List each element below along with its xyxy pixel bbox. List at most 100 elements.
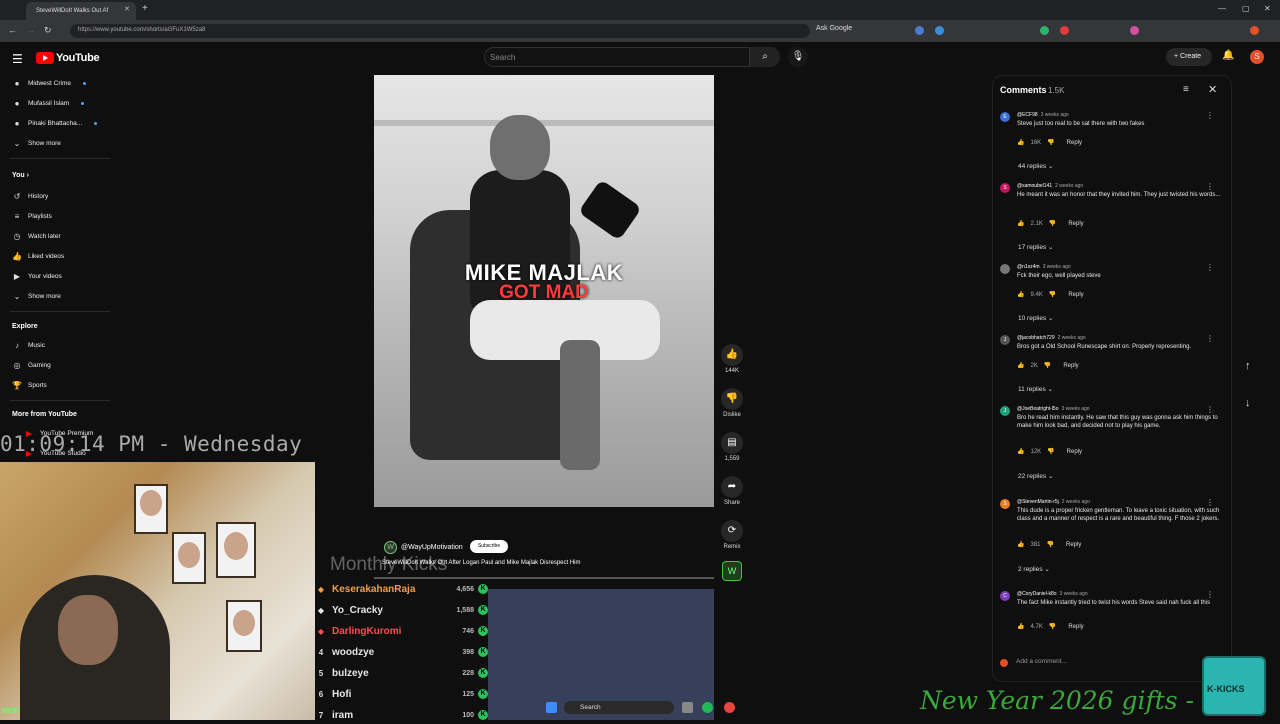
maximize-icon[interactable]: ▢: [1242, 4, 1250, 13]
tab-close-icon[interactable]: ✕: [124, 5, 130, 13]
profile-icon[interactable]: [1250, 26, 1259, 35]
subscribe-button[interactable]: Subscribe: [470, 540, 508, 553]
sidebar-item-history[interactable]: ↺ History: [12, 192, 49, 201]
view-replies-button[interactable]: 11 replies ⌄: [1018, 385, 1053, 393]
window-close-icon[interactable]: ✕: [1264, 4, 1271, 13]
share-button[interactable]: ➦ Share: [720, 476, 744, 506]
next-short-icon[interactable]: ↓: [1245, 397, 1251, 409]
thumbs-down-icon[interactable]: 👎: [1049, 291, 1056, 298]
reply-button[interactable]: Reply: [1066, 542, 1081, 548]
search-icon[interactable]: ⌕: [750, 47, 780, 67]
reply-button[interactable]: Reply: [1068, 221, 1083, 227]
comment-author[interactable]: @n1xz4m 3 weeks ago: [1017, 264, 1071, 270]
comment-author[interactable]: @samoubel141 2 weeks ago: [1017, 183, 1083, 189]
thumbs-down-icon[interactable]: 👎: [1049, 623, 1056, 630]
comment-avatar[interactable]: S: [1000, 183, 1010, 193]
channel-avatar[interactable]: W: [384, 541, 397, 554]
view-replies-button[interactable]: 2 replies ⌄: [1018, 565, 1050, 573]
create-button[interactable]: + Create: [1166, 48, 1212, 66]
back-icon[interactable]: ←: [8, 25, 17, 35]
extension-icon[interactable]: [1040, 26, 1049, 35]
like-button[interactable]: 👍 144K: [720, 344, 744, 374]
sort-icon[interactable]: ≡: [1183, 84, 1189, 95]
comment-username[interactable]: @StevenMartin-r5j: [1017, 499, 1059, 505]
forward-icon[interactable]: →: [26, 25, 35, 35]
sidebar-subscription[interactable]: ● Pinaki Bhattacha...: [12, 119, 98, 128]
more-options-icon[interactable]: ⋮: [1206, 590, 1214, 599]
more-options-icon[interactable]: ⋮: [1206, 263, 1214, 272]
taskbar-search[interactable]: Search: [564, 701, 674, 714]
thumbs-up-icon[interactable]: 👍: [1017, 220, 1024, 227]
comment-avatar[interactable]: C: [1000, 591, 1010, 601]
thumbs-up-icon[interactable]: 👍: [1017, 541, 1024, 548]
comment-username[interactable]: @CoryDaniel-k8o: [1017, 591, 1057, 597]
minimize-icon[interactable]: —: [1218, 4, 1226, 13]
sidebar-item-music[interactable]: ♪ Music: [12, 341, 45, 350]
browser-tab[interactable]: SteveWillDoIt Walks Out Af: [26, 2, 136, 20]
reply-button[interactable]: Reply: [1067, 140, 1082, 146]
sidebar-item-your-videos[interactable]: ▶ Your videos: [12, 272, 62, 281]
view-replies-button[interactable]: 10 replies ⌄: [1018, 314, 1053, 322]
comment-author[interactable]: @StevenMartin-r5j 2 weeks ago: [1017, 499, 1090, 505]
reload-icon[interactable]: ↻: [44, 25, 52, 36]
thumbs-down-icon[interactable]: 👎: [1047, 448, 1054, 455]
youtube-logo-text[interactable]: YouTube: [56, 52, 100, 64]
extension-icon[interactable]: [915, 26, 924, 35]
comment-username[interactable]: @ECF98: [1017, 112, 1038, 118]
comments-button[interactable]: ▤ 1,559: [720, 432, 744, 462]
close-icon[interactable]: ✕: [1208, 83, 1217, 96]
extension-icon[interactable]: [1130, 26, 1139, 35]
view-replies-button[interactable]: 17 replies ⌄: [1018, 243, 1053, 251]
reply-button[interactable]: Reply: [1063, 363, 1078, 369]
comment-author[interactable]: @ECF98 3 weeks ago: [1017, 112, 1069, 118]
chrome-icon[interactable]: [724, 702, 735, 713]
sidebar-subscription[interactable]: ● Midwest Crime: [12, 79, 86, 88]
thumbs-up-icon[interactable]: 👍: [1017, 623, 1024, 630]
comment-username[interactable]: @JoeBoatright-l5o: [1017, 406, 1059, 412]
view-replies-button[interactable]: 22 replies ⌄: [1018, 472, 1053, 480]
new-tab-icon[interactable]: +: [142, 3, 148, 14]
ask-google-button[interactable]: Ask Google: [816, 25, 864, 37]
avatar[interactable]: S: [1250, 50, 1264, 64]
reply-button[interactable]: Reply: [1067, 449, 1082, 455]
you-heading[interactable]: You ›: [12, 172, 29, 179]
thumbs-up-icon[interactable]: 👍: [1017, 291, 1024, 298]
channel-name[interactable]: @WayUpMotivation: [401, 544, 463, 551]
comment-author[interactable]: @CoryDaniel-k8o 3 weeks ago: [1017, 591, 1088, 597]
comment-avatar[interactable]: E: [1000, 112, 1010, 122]
thumbs-up-icon[interactable]: 👍: [1017, 139, 1024, 146]
video-progress-bar[interactable]: [374, 577, 714, 579]
comment-username[interactable]: @jacobhatch729: [1017, 335, 1055, 341]
thumbs-down-icon[interactable]: 👎: [1049, 220, 1056, 227]
add-comment-input[interactable]: Add a comment...: [1016, 658, 1067, 665]
view-replies-button[interactable]: 44 replies ⌄: [1018, 162, 1053, 170]
previous-short-icon[interactable]: ↑: [1245, 360, 1251, 372]
comment-avatar[interactable]: J: [1000, 406, 1010, 416]
sidebar-item-playlists[interactable]: ≡ Playlists: [12, 212, 52, 221]
sidebar-subscription[interactable]: ● Mufassil Islam: [12, 99, 85, 108]
extension-icon[interactable]: [935, 26, 944, 35]
notifications-bell-icon[interactable]: 🔔: [1222, 50, 1234, 61]
dislike-button[interactable]: 👎 Dislike: [720, 388, 744, 418]
comment-username[interactable]: @samoubel141: [1017, 183, 1052, 189]
comment-author[interactable]: @JoeBoatright-l5o 3 weeks ago: [1017, 406, 1090, 412]
comment-avatar[interactable]: J: [1000, 335, 1010, 345]
search-input[interactable]: [484, 47, 750, 67]
youtube-logo-icon[interactable]: [36, 52, 54, 64]
thumbs-down-icon[interactable]: 👎: [1047, 139, 1054, 146]
comment-avatar[interactable]: S: [1000, 499, 1010, 509]
sidebar-item-sports[interactable]: 🏆 Sports: [12, 381, 47, 390]
comment-avatar[interactable]: [1000, 264, 1010, 274]
hamburger-menu-icon[interactable]: ☰: [12, 52, 23, 66]
extension-icon[interactable]: [1060, 26, 1069, 35]
reply-button[interactable]: Reply: [1068, 292, 1083, 298]
thumbs-down-icon[interactable]: 👎: [1047, 541, 1054, 548]
microphone-icon[interactable]: 🎙: [788, 47, 808, 67]
thumbs-down-icon[interactable]: 👎: [1044, 362, 1051, 369]
reply-button[interactable]: Reply: [1068, 624, 1083, 630]
sidebar-item-liked-videos[interactable]: 👍 Liked videos: [12, 252, 64, 261]
thumbs-up-icon[interactable]: 👍: [1017, 448, 1024, 455]
more-options-icon[interactable]: ⋮: [1206, 111, 1214, 120]
show-more-button[interactable]: ⌄ Show more: [12, 139, 61, 148]
video-title[interactable]: SteveWillDoIt Walks Out After Logan Paul…: [382, 560, 581, 566]
